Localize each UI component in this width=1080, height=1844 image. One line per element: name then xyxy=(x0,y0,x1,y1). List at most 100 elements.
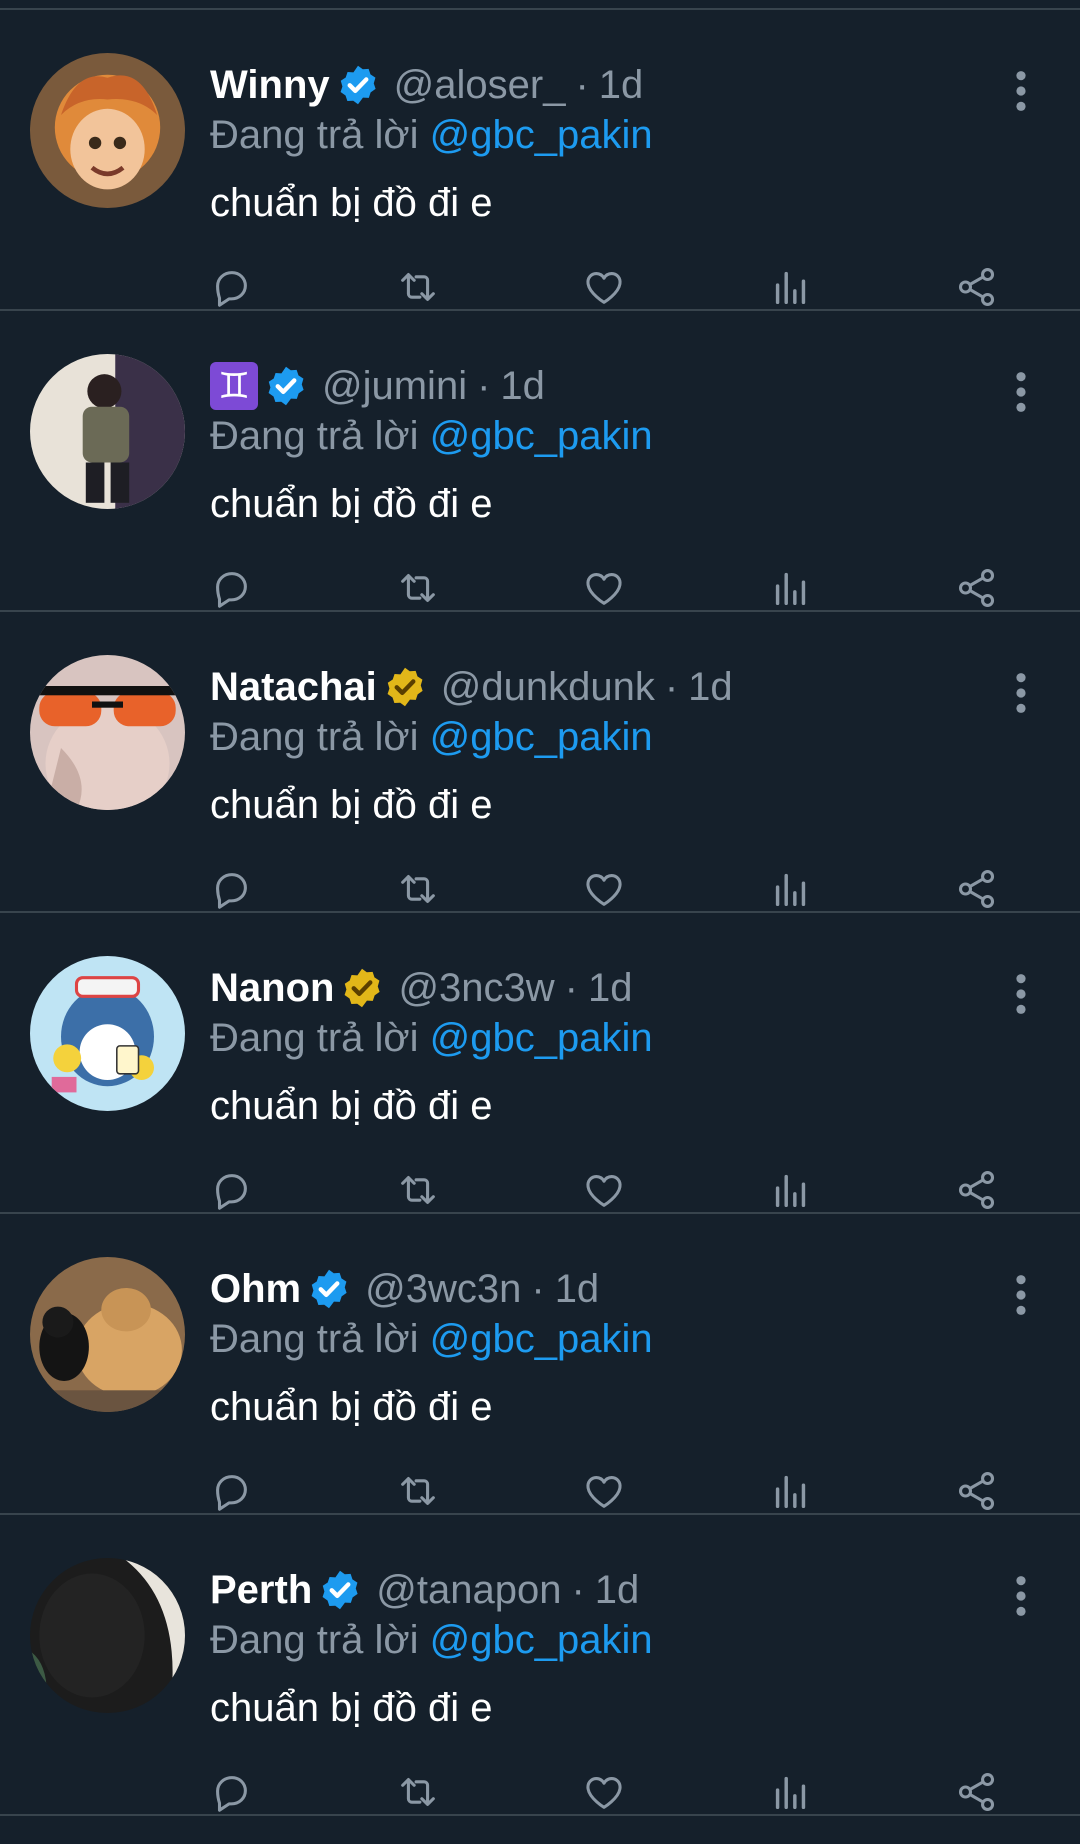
replying-to: Đang trả lời @gbc_pakin xyxy=(210,1013,970,1063)
retweet-icon xyxy=(401,1477,435,1505)
more-options-icon[interactable] xyxy=(1006,1573,1036,1619)
like-button[interactable] xyxy=(579,262,629,312)
reply-button[interactable] xyxy=(206,1767,256,1817)
reply-header: Winny @aloser_ · 1d xyxy=(210,60,970,110)
avatar[interactable] xyxy=(30,53,185,208)
avatar-image xyxy=(30,354,185,509)
views-button[interactable] xyxy=(766,563,816,613)
share-button[interactable] xyxy=(952,1466,1002,1516)
reply-button[interactable] xyxy=(206,1466,256,1516)
retweet-icon xyxy=(401,273,435,301)
avatar[interactable] xyxy=(30,1257,185,1412)
separator-dot: · xyxy=(477,363,491,408)
reply-button[interactable] xyxy=(206,262,256,312)
timestamp[interactable]: 1d xyxy=(595,1568,640,1613)
views-icon xyxy=(775,572,806,606)
avatar[interactable] xyxy=(30,655,185,810)
share-icon xyxy=(958,870,995,908)
replying-to-handle[interactable]: @gbc_pakin xyxy=(430,1016,653,1060)
like-button[interactable] xyxy=(579,1165,629,1215)
reply-icon xyxy=(216,1776,247,1812)
reply-tweet[interactable]: Ohm @3wc3n · 1d Đang trả lời @gbc_pakin … xyxy=(0,1214,1080,1515)
timestamp[interactable]: 1d xyxy=(555,1267,600,1312)
like-button[interactable] xyxy=(579,563,629,613)
share-icon xyxy=(958,1472,995,1510)
retweet-button[interactable] xyxy=(393,1466,443,1516)
reply-header: Nanon @3nc3w · 1d xyxy=(210,963,970,1013)
share-button[interactable] xyxy=(952,864,1002,914)
share-button[interactable] xyxy=(952,1767,1002,1817)
like-button[interactable] xyxy=(579,864,629,914)
timestamp[interactable]: 1d xyxy=(500,364,545,409)
replying-to-label: Đang trả lời xyxy=(210,414,419,458)
retweet-button[interactable] xyxy=(393,262,443,312)
reply-body: Ohm @3wc3n · 1d Đang trả lời @gbc_pakin … xyxy=(210,1264,970,1432)
more-options-icon[interactable] xyxy=(1006,971,1036,1017)
like-icon xyxy=(586,272,622,304)
timestamp[interactable]: 1d xyxy=(588,966,633,1011)
replying-to-label: Đang trả lời xyxy=(210,113,419,157)
avatar[interactable] xyxy=(30,1558,185,1713)
views-button[interactable] xyxy=(766,864,816,914)
reply-tweet[interactable]: Nanon @3nc3w · 1d Đang trả lời @gbc_paki… xyxy=(0,913,1080,1214)
separator-dot: · xyxy=(575,62,589,107)
display-name[interactable]: Winny xyxy=(210,63,330,108)
reply-tweet[interactable]: ♊ @jumini · 1d Đang trả lời @gbc_pakin c… xyxy=(0,311,1080,612)
display-name[interactable]: Perth xyxy=(210,1568,312,1613)
share-button[interactable] xyxy=(952,1165,1002,1215)
timestamp[interactable]: 1d xyxy=(599,63,644,108)
views-button[interactable] xyxy=(766,1767,816,1817)
timestamp[interactable]: 1d xyxy=(688,665,733,710)
views-button[interactable] xyxy=(766,1466,816,1516)
reply-tweet[interactable]: Winny @aloser_ · 1d Đang trả lời @gbc_pa… xyxy=(0,10,1080,311)
views-icon xyxy=(775,1475,806,1509)
user-handle[interactable]: @tanapon xyxy=(376,1568,561,1613)
tweet-text: chuẩn bị đồ đi e xyxy=(210,1084,493,1128)
avatar[interactable] xyxy=(30,956,185,1111)
retweet-button[interactable] xyxy=(393,1767,443,1817)
user-handle[interactable]: @jumini xyxy=(322,364,467,409)
like-icon xyxy=(586,1777,622,1809)
user-handle[interactable]: @aloser_ xyxy=(394,63,566,108)
avatar[interactable] xyxy=(30,354,185,509)
share-button[interactable] xyxy=(952,563,1002,613)
gold-verified-badge-icon xyxy=(345,968,381,1008)
replying-to-label: Đang trả lời xyxy=(210,715,419,759)
reply-button[interactable] xyxy=(206,864,256,914)
reply-icon xyxy=(216,572,247,608)
more-options-icon[interactable] xyxy=(1006,1272,1036,1318)
display-name[interactable]: Ohm xyxy=(210,1267,301,1312)
more-options-icon[interactable] xyxy=(1006,68,1036,114)
retweet-button[interactable] xyxy=(393,864,443,914)
reply-tweet[interactable]: Natachai @dunkdunk · 1d Đang trả lời @gb… xyxy=(0,612,1080,913)
more-options-icon[interactable] xyxy=(1006,369,1036,415)
reply-header: Natachai @dunkdunk · 1d xyxy=(210,662,970,712)
replying-to-handle[interactable]: @gbc_pakin xyxy=(430,715,653,759)
reply-button[interactable] xyxy=(206,563,256,613)
replying-to-handle[interactable]: @gbc_pakin xyxy=(430,113,653,157)
views-button[interactable] xyxy=(766,262,816,312)
retweet-button[interactable] xyxy=(393,1165,443,1215)
like-button[interactable] xyxy=(579,1767,629,1817)
display-name[interactable]: Nanon xyxy=(210,966,334,1011)
separator-dot: · xyxy=(531,1266,545,1311)
retweet-button[interactable] xyxy=(393,563,443,613)
user-handle[interactable]: @3wc3n xyxy=(365,1267,521,1312)
replying-to-handle[interactable]: @gbc_pakin xyxy=(430,414,653,458)
display-name[interactable]: Natachai xyxy=(210,665,377,710)
more-options-icon[interactable] xyxy=(1006,670,1036,716)
views-button[interactable] xyxy=(766,1165,816,1215)
reply-button[interactable] xyxy=(206,1165,256,1215)
blue-verified-badge-icon xyxy=(311,1269,347,1309)
replying-to-handle[interactable]: @gbc_pakin xyxy=(430,1618,653,1662)
reply-icon xyxy=(216,873,247,909)
user-handle[interactable]: @dunkdunk xyxy=(441,665,655,710)
share-icon xyxy=(958,268,995,306)
gemini-emoji[interactable]: ♊ xyxy=(210,362,258,410)
action-bar xyxy=(210,1767,1050,1817)
replying-to-handle[interactable]: @gbc_pakin xyxy=(430,1317,653,1361)
like-button[interactable] xyxy=(579,1466,629,1516)
share-button[interactable] xyxy=(952,262,1002,312)
user-handle[interactable]: @3nc3w xyxy=(398,966,554,1011)
reply-tweet[interactable]: Perth @tanapon · 1d Đang trả lời @gbc_pa… xyxy=(0,1515,1080,1816)
